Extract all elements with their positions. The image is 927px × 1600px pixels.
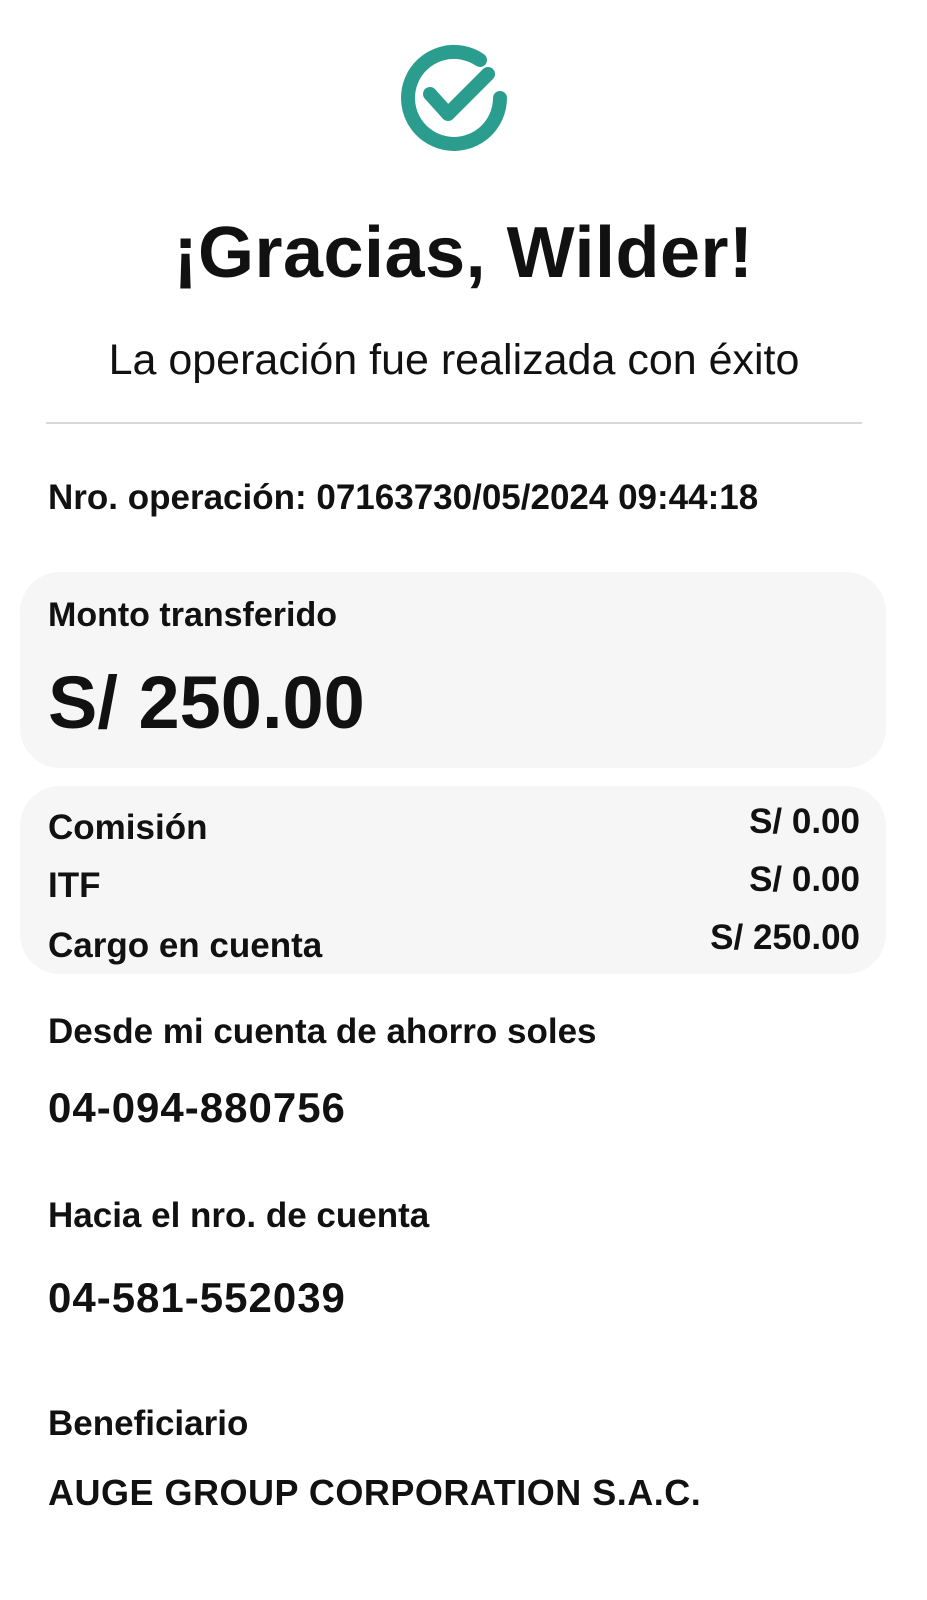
- beneficiary-name: AUGE GROUP CORPORATION S.A.C.: [48, 1472, 702, 1513]
- fee-row-commission: Comisión S/ 0.00: [48, 802, 860, 852]
- divider: [46, 422, 862, 424]
- fee-row-itf: ITF S/ 0.00: [48, 860, 860, 910]
- fee-value: S/ 0.00: [749, 860, 860, 899]
- fee-label: Cargo en cuenta: [48, 926, 323, 965]
- fee-row-account-charge: Cargo en cuenta S/ 250.00: [48, 918, 860, 968]
- amount-value: S/ 250.00: [48, 661, 365, 744]
- operation-info: Nro. operación: 07163730/05/2024 09:44:1…: [48, 478, 878, 518]
- operation-number: 071637: [316, 478, 434, 517]
- amount-label: Monto transferido: [48, 596, 337, 634]
- page-title: ¡Gracias, Wilder!: [173, 213, 754, 293]
- fee-label: Comisión: [48, 808, 208, 847]
- fee-value: S/ 0.00: [749, 802, 860, 841]
- to-account-number: 04-581-552039: [48, 1274, 346, 1321]
- check-circle-icon: [401, 44, 507, 151]
- from-account-number: 04-094-880756: [48, 1084, 346, 1131]
- amount-card: Monto transferido S/ 250.00: [20, 572, 886, 768]
- operation-label: Nro. operación:: [48, 478, 317, 517]
- fee-label: ITF: [48, 866, 101, 905]
- fee-value: S/ 250.00: [710, 918, 860, 957]
- from-account-label: Desde mi cuenta de ahorro soles: [48, 1012, 597, 1051]
- operation-datetime: 30/05/2024 09:44:18: [433, 478, 759, 517]
- beneficiary-label: Beneficiario: [48, 1404, 249, 1443]
- to-account-label: Hacia el nro. de cuenta: [48, 1196, 430, 1235]
- fees-card: Comisión S/ 0.00 ITF S/ 0.00 Cargo en cu…: [20, 786, 886, 974]
- page-subtitle: La operación fue realizada con éxito: [108, 336, 800, 384]
